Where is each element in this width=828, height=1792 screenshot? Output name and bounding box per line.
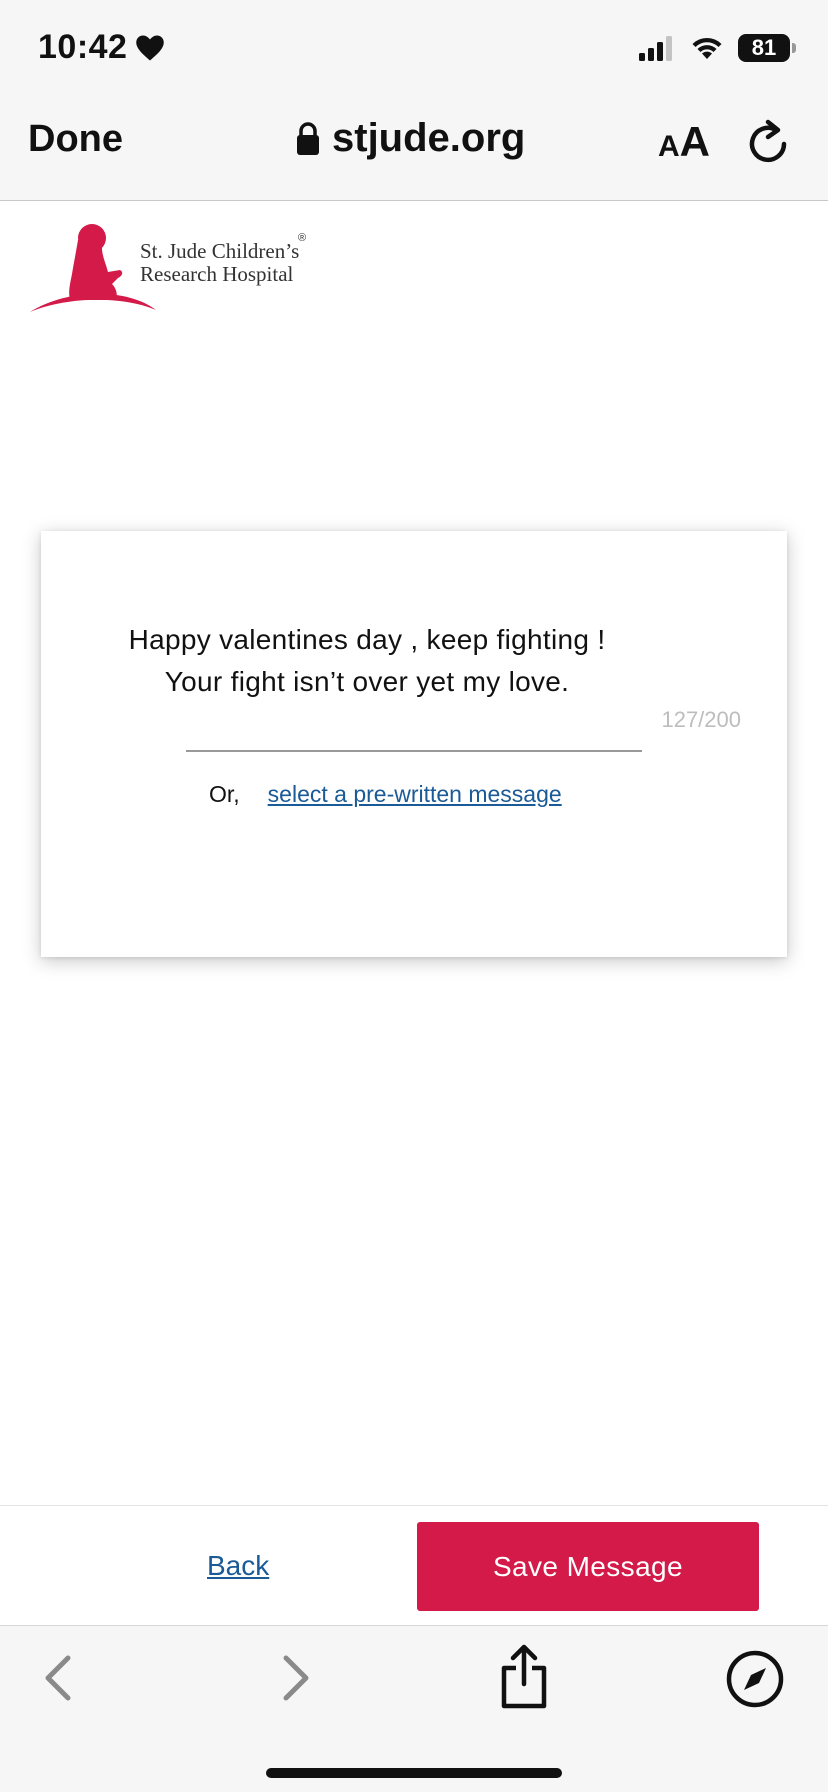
character-counter: 127/200 [661,707,741,732]
url-text: stjude.org [332,116,526,160]
st-jude-logo[interactable]: St. Jude Children’s Research Hospital ® [28,222,328,318]
browser-toolbar [0,1625,828,1792]
home-indicator[interactable] [266,1768,562,1778]
browser-address-bar: Done stjude.org A A [0,96,828,201]
registered-mark: ® [298,232,307,244]
status-bar: 10:42 81 [0,0,828,96]
battery-cap [792,43,796,53]
wifi-icon [692,37,722,59]
back-arrow-icon[interactable] [40,1650,76,1706]
message-card: Happy valentines day , keep fighting ! Y… [41,531,787,957]
text-size-button[interactable]: A A [658,118,710,166]
done-button[interactable]: Done [28,118,123,161]
message-input-underline [186,750,642,752]
compass-icon[interactable] [726,1650,784,1708]
reload-icon[interactable] [746,118,790,166]
action-bar: Back Save Message [0,1505,828,1625]
text-size-big-glyph: A [679,118,711,165]
message-line-2: Your fight isn’t over yet my love. [164,666,570,697]
logo-line-1: St. Jude Children’s [140,239,300,263]
url-field[interactable]: stjude.org [296,116,525,161]
back-link[interactable]: Back [207,1550,269,1582]
save-message-button[interactable]: Save Message [417,1522,759,1611]
logo-line-2: Research Hospital [140,262,294,286]
forward-arrow-icon[interactable] [278,1650,314,1706]
signal-icon [639,36,672,61]
lock-icon [297,121,319,155]
child-silhouette-logo-icon [30,224,156,312]
or-label: Or, [209,781,240,807]
text-size-small-glyph: A [658,130,680,163]
battery-icon: 81 [738,34,796,62]
status-time: 10:42 [38,28,165,67]
battery-level: 81 [751,35,777,60]
share-icon[interactable] [498,1644,550,1710]
heart-icon [136,35,165,60]
select-prewritten-message-link[interactable]: select a pre-written message [268,781,562,808]
status-icons: 81 [638,34,796,62]
prewritten-row: Or, select a pre-written message [209,781,562,808]
message-input[interactable]: Happy valentines day , keep fighting ! Y… [41,619,693,703]
logo-wordmark: St. Jude Children’s Research Hospital [140,240,299,286]
message-line-1: Happy valentines day , keep fighting ! [128,624,606,655]
status-time-text: 10:42 [38,28,128,66]
